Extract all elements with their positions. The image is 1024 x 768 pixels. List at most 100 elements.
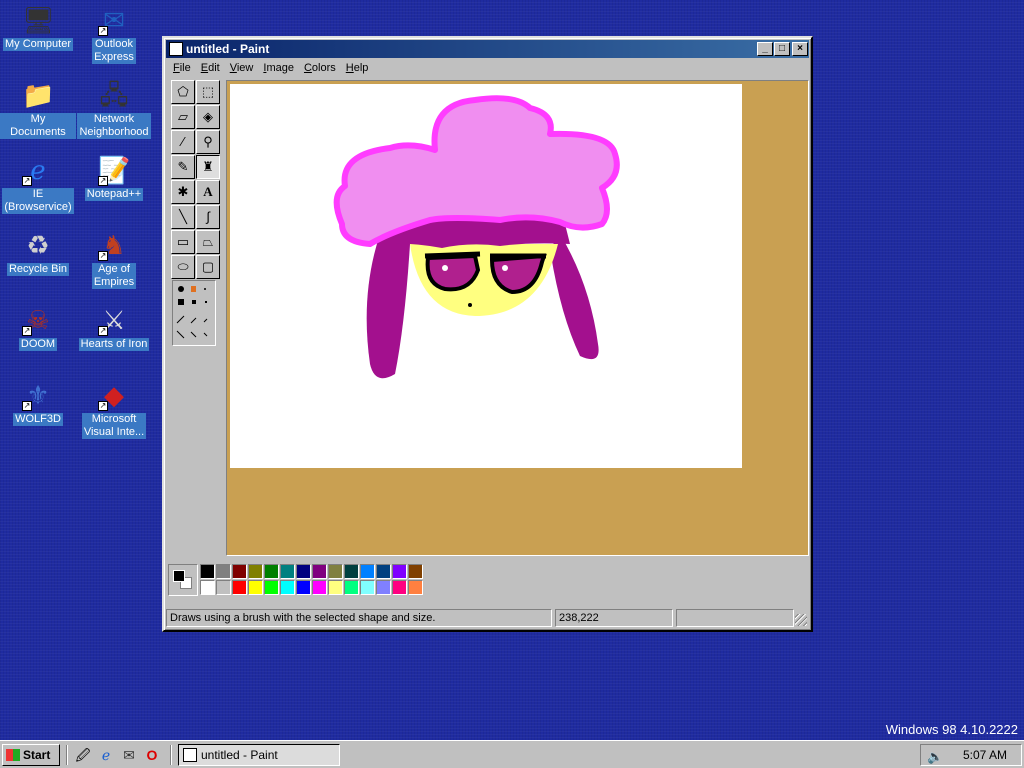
resize-grip[interactable]	[795, 614, 807, 626]
desktop-icon-notepad[interactable]: 📝 ↗ Notepad++	[76, 154, 152, 201]
desktop-icon-wolf3d[interactable]: ⚜ ↗ WOLF3D	[0, 379, 76, 426]
polygon-tool[interactable]: ⏢	[196, 230, 220, 254]
color-picker-tool[interactable]: ⁄	[171, 130, 195, 154]
desktop-icon-age-of-empires[interactable]: ♞ ↗ Age of Empires	[76, 229, 152, 289]
palette-swatch[interactable]	[296, 564, 311, 579]
menu-edit[interactable]: Edit	[196, 60, 225, 78]
palette-swatch[interactable]	[216, 580, 231, 595]
palette-swatch[interactable]	[216, 564, 231, 579]
desktop-icon-outlook-express[interactable]: ✉ ↗ Outlook Express	[76, 4, 152, 64]
status-bar: Draws using a brush with the selected sh…	[166, 608, 809, 628]
eye-left	[425, 253, 481, 292]
brush-shapes-icon	[176, 286, 208, 339]
current-colors[interactable]	[168, 564, 198, 596]
windows-logo-icon	[6, 749, 20, 761]
paint-task-icon	[183, 748, 197, 762]
ellipse-tool[interactable]: ⬭	[171, 255, 195, 279]
menu-image[interactable]: Image	[258, 60, 299, 78]
paint-app-icon	[169, 42, 183, 56]
volume-icon[interactable]: 🔈	[927, 747, 943, 767]
selection-size	[676, 609, 794, 627]
task-button-paint[interactable]: untitled - Paint	[178, 744, 340, 766]
palette-swatch[interactable]	[248, 564, 263, 579]
palette-swatch[interactable]	[360, 564, 375, 579]
canvas-area[interactable]	[226, 80, 809, 556]
system-tray: 🔈 5:07 AM	[920, 744, 1022, 766]
maximize-button[interactable]: □	[774, 42, 790, 56]
minimize-button[interactable]: _	[757, 42, 773, 56]
palette-swatch[interactable]	[280, 580, 295, 595]
palette-swatch[interactable]	[264, 564, 279, 579]
palette-swatch[interactable]	[232, 564, 247, 579]
curve-tool[interactable]: ∫	[196, 205, 220, 229]
outlook-express-icon: ✉ ↗	[98, 5, 125, 36]
palette-swatch[interactable]	[200, 580, 215, 595]
palette-swatch[interactable]	[392, 564, 407, 579]
palette-swatch[interactable]	[344, 564, 359, 579]
start-button[interactable]: Start	[2, 744, 60, 766]
desktop-icon-folder[interactable]: 📁 My Documents	[0, 79, 76, 139]
palette-swatch[interactable]	[296, 580, 311, 595]
rectangle-tool[interactable]: ▭	[171, 230, 195, 254]
desktop-icon-internet-explorer[interactable]: ℯ ↗ IE (Browservice)	[0, 154, 76, 214]
desktop-icon-doom[interactable]: ☠ ↗ DOOM	[0, 304, 76, 351]
palette-swatch[interactable]	[312, 564, 327, 579]
shortcut-arrow-icon: ↗	[98, 176, 108, 186]
shortcut-arrow-icon: ↗	[22, 326, 32, 336]
desktop-icon-visual-interdev[interactable]: ◆ ↗ Microsoft Visual Inte...	[76, 379, 152, 439]
hair-left	[366, 234, 410, 379]
brush-tool[interactable]: ♜	[196, 155, 220, 179]
desktop-icon-computer[interactable]: 🖥 My Computer	[0, 4, 76, 51]
visual-interdev-icon: ◆ ↗	[98, 380, 124, 411]
doom-icon: ☠ ↗	[22, 305, 50, 336]
palette-swatch[interactable]	[232, 580, 247, 595]
desktop-icon-recycle-bin[interactable]: ♻ Recycle Bin	[0, 229, 76, 276]
wolf3d-icon: ⚜ ↗	[22, 380, 50, 411]
title-bar[interactable]: untitled - Paint _ □ ×	[166, 40, 809, 58]
foreground-color	[173, 570, 185, 582]
desktop-icon-hearts-of-iron[interactable]: ⚔ ↗ Hearts of Iron	[76, 304, 152, 351]
fill-tool[interactable]: ◈	[196, 105, 220, 129]
brush-options[interactable]	[172, 280, 216, 346]
line-tool[interactable]: ╲	[171, 205, 195, 229]
palette-swatch[interactable]	[392, 580, 407, 595]
menu-file[interactable]: File	[168, 60, 196, 78]
magnifier-tool[interactable]: ⚲	[196, 130, 220, 154]
outlook-express-icon[interactable]: ✉	[120, 746, 138, 764]
menu-help[interactable]: Help	[341, 60, 374, 78]
clock: 5:07 AM	[962, 748, 1007, 762]
desktop-icon-network[interactable]: 🖧 Network Neighborhood	[76, 79, 152, 139]
rect-select-tool[interactable]: ⬚	[196, 80, 220, 104]
palette-swatch[interactable]	[248, 580, 263, 595]
close-button[interactable]: ×	[792, 42, 808, 56]
recycle-bin-icon: ♻	[26, 230, 50, 260]
drawing-canvas[interactable]	[230, 84, 742, 468]
opera-icon[interactable]: O	[143, 746, 161, 764]
palette-swatch[interactable]	[280, 564, 295, 579]
palette-swatch[interactable]	[328, 564, 343, 579]
window-title: untitled - Paint	[186, 42, 270, 56]
palette-swatch[interactable]	[264, 580, 279, 595]
airbrush-tool[interactable]: ✱	[171, 180, 195, 204]
palette-swatch[interactable]	[360, 580, 375, 595]
eraser-tool[interactable]: ▱	[171, 105, 195, 129]
palette-swatch[interactable]	[376, 580, 391, 595]
menu-view[interactable]: View	[225, 60, 259, 78]
free-select-tool[interactable]: ⬠	[171, 80, 195, 104]
palette-swatch[interactable]	[408, 564, 423, 579]
palette-swatch[interactable]	[344, 580, 359, 595]
show-desktop-icon[interactable]: 🖉	[74, 746, 92, 764]
palette-swatch[interactable]	[328, 580, 343, 595]
menu-bar: File Edit View Image Colors Help	[168, 60, 373, 78]
rounded-rect-tool[interactable]: ▢	[196, 255, 220, 279]
menu-colors[interactable]: Colors	[299, 60, 341, 78]
desktop-icon-label: Recycle Bin	[6, 263, 70, 276]
palette-swatch[interactable]	[200, 564, 215, 579]
pencil-tool[interactable]: ✎	[171, 155, 195, 179]
desktop-icon-label: Network Neighborhood	[77, 113, 151, 139]
text-tool[interactable]: A	[196, 180, 220, 204]
internet-explorer-icon[interactable]: ℯ	[97, 746, 115, 764]
palette-swatch[interactable]	[376, 564, 391, 579]
palette-swatch[interactable]	[312, 580, 327, 595]
palette-swatch[interactable]	[408, 580, 423, 595]
